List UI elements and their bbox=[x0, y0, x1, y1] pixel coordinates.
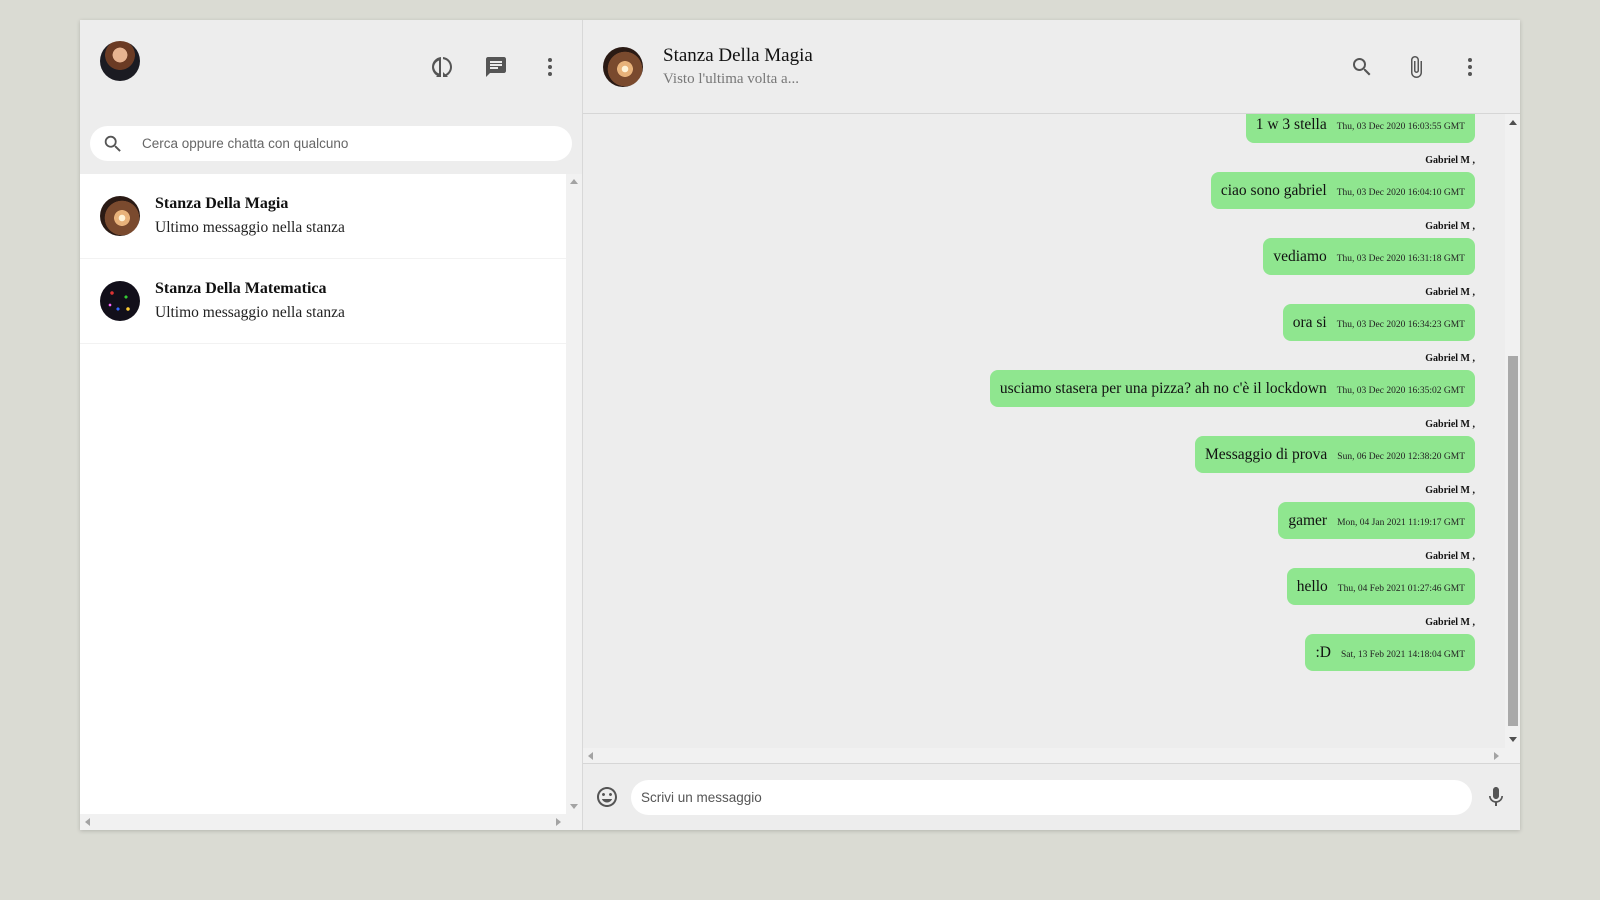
message-time: Thu, 03 Dec 2020 16:31:18 GMT bbox=[1336, 253, 1465, 264]
message-time: Mon, 04 Jan 2021 11:19:17 GMT bbox=[1337, 517, 1465, 528]
sidebar-vertical-scrollbar[interactable] bbox=[566, 174, 582, 814]
room-last-seen: Visto l'ultima volta a... bbox=[663, 71, 799, 87]
status-icon[interactable] bbox=[430, 55, 454, 79]
scroll-down-arrow-icon[interactable] bbox=[570, 804, 578, 809]
message-bubble[interactable]: usciamo stasera per una pizza? ah no c'è… bbox=[989, 370, 1475, 407]
room-avatar[interactable] bbox=[603, 46, 643, 87]
search-icon[interactable] bbox=[102, 133, 124, 155]
scrollbar-thumb[interactable] bbox=[1508, 356, 1518, 726]
user-avatar[interactable] bbox=[100, 41, 140, 81]
message: Gabriel M , ora si Thu, 03 Dec 2020 16:3… bbox=[603, 287, 1475, 353]
chat-name: Stanza Della Matematica bbox=[155, 280, 327, 297]
message-author: Gabriel M , bbox=[1425, 287, 1475, 298]
message: Gabriel M , hello Thu, 04 Feb 2021 01:27… bbox=[603, 551, 1475, 617]
message: Gabriel M , :D Sat, 13 Feb 2021 14:18:04… bbox=[603, 617, 1475, 683]
message-composer bbox=[583, 764, 1520, 830]
message-author: Gabriel M , bbox=[1425, 419, 1475, 430]
message-bubble[interactable]: Messaggio di prova Sun, 06 Dec 2020 12:3… bbox=[1195, 436, 1475, 473]
message: 1 w 3 stella Thu, 03 Dec 2020 16:03:55 G… bbox=[603, 114, 1475, 155]
chat-body-container: 1 w 3 stella Thu, 03 Dec 2020 16:03:55 G… bbox=[583, 114, 1520, 764]
chat-header-actions bbox=[1350, 55, 1482, 79]
chat-name: Stanza Della Magia bbox=[155, 195, 289, 212]
chat-item-magia[interactable]: Stanza Della Magia Ultimo messaggio nell… bbox=[80, 174, 566, 259]
message-text: ciao sono gabriel bbox=[1220, 181, 1327, 199]
message: Gabriel M , ciao sono gabriel Thu, 03 De… bbox=[603, 155, 1475, 221]
scroll-left-arrow-icon[interactable] bbox=[85, 818, 90, 826]
scroll-down-arrow-icon[interactable] bbox=[1509, 737, 1517, 742]
sidebar-header-actions bbox=[430, 55, 562, 79]
sidebar-horizontal-scrollbar[interactable] bbox=[80, 814, 582, 830]
message: Gabriel M , gamer Mon, 04 Jan 2021 11:19… bbox=[603, 485, 1475, 551]
message-list: 1 w 3 stella Thu, 03 Dec 2020 16:03:55 G… bbox=[583, 114, 1505, 748]
messages-vertical-scrollbar[interactable] bbox=[1505, 114, 1520, 748]
scroll-right-arrow-icon[interactable] bbox=[556, 818, 561, 826]
scroll-right-arrow-icon[interactable] bbox=[1494, 752, 1499, 760]
message-time: Sat, 13 Feb 2021 14:18:04 GMT bbox=[1340, 649, 1465, 660]
message-bubble[interactable]: 1 w 3 stella Thu, 03 Dec 2020 16:03:55 G… bbox=[1245, 114, 1475, 143]
chat-header: Stanza Della Magia Visto l'ultima volta … bbox=[583, 20, 1520, 114]
message-text: hello bbox=[1296, 577, 1328, 595]
message-bubble[interactable]: :D Sat, 13 Feb 2021 14:18:04 GMT bbox=[1305, 634, 1475, 671]
message: Gabriel M , Messaggio di prova Sun, 06 D… bbox=[603, 419, 1475, 485]
message-author: Gabriel M , bbox=[1425, 551, 1475, 562]
room-title: Stanza Della Magia bbox=[663, 45, 813, 66]
message-author: Gabriel M , bbox=[1425, 221, 1475, 232]
sidebar: Stanza Della Magia Ultimo messaggio nell… bbox=[80, 20, 583, 830]
chat-panel: Stanza Della Magia Visto l'ultima volta … bbox=[583, 20, 1520, 830]
search-icon[interactable] bbox=[1350, 55, 1374, 79]
new-chat-icon[interactable] bbox=[484, 55, 508, 79]
message-time: Thu, 03 Dec 2020 16:34:23 GMT bbox=[1336, 319, 1465, 330]
scroll-up-arrow-icon[interactable] bbox=[1509, 120, 1517, 125]
scroll-up-arrow-icon[interactable] bbox=[570, 179, 578, 184]
microphone-icon[interactable] bbox=[1484, 785, 1508, 809]
message-bubble[interactable]: hello Thu, 04 Feb 2021 01:27:46 GMT bbox=[1286, 568, 1475, 605]
message-bubble[interactable]: gamer Mon, 04 Jan 2021 11:19:17 GMT bbox=[1278, 502, 1475, 539]
message-text: usciamo stasera per una pizza? ah no c'è… bbox=[999, 379, 1327, 397]
message-bubble[interactable]: vediamo Thu, 03 Dec 2020 16:31:18 GMT bbox=[1263, 238, 1475, 275]
search-bar bbox=[80, 114, 582, 174]
search-input[interactable] bbox=[142, 136, 560, 151]
message-time: Thu, 03 Dec 2020 16:35:02 GMT bbox=[1336, 385, 1465, 396]
message-text: gamer bbox=[1288, 511, 1328, 529]
emoji-icon[interactable] bbox=[595, 785, 619, 809]
message-bubble[interactable]: ora si Thu, 03 Dec 2020 16:34:23 GMT bbox=[1282, 304, 1475, 341]
message-input[interactable] bbox=[631, 779, 1472, 815]
chat-list-container: Stanza Della Magia Ultimo messaggio nell… bbox=[80, 174, 582, 830]
message-text: vediamo bbox=[1273, 247, 1327, 265]
message-author: Gabriel M , bbox=[1425, 617, 1475, 628]
message-time: Thu, 04 Feb 2021 01:27:46 GMT bbox=[1337, 583, 1465, 594]
attach-icon[interactable] bbox=[1404, 55, 1428, 79]
chat-last-message: Ultimo messaggio nella stanza bbox=[155, 304, 345, 321]
search-box bbox=[90, 126, 572, 161]
message-author: Gabriel M , bbox=[1425, 485, 1475, 496]
chat-last-message: Ultimo messaggio nella stanza bbox=[155, 219, 345, 236]
message-time: Thu, 03 Dec 2020 16:04:10 GMT bbox=[1336, 187, 1465, 198]
message-bubble[interactable]: ciao sono gabriel Thu, 03 Dec 2020 16:04… bbox=[1210, 172, 1475, 209]
message-author: Gabriel M , bbox=[1425, 155, 1475, 166]
sidebar-header bbox=[80, 20, 582, 114]
message-author: Gabriel M , bbox=[1425, 353, 1475, 364]
room-avatar bbox=[100, 281, 140, 321]
room-avatar bbox=[100, 196, 140, 236]
more-vert-icon[interactable] bbox=[1458, 55, 1482, 79]
more-vert-icon[interactable] bbox=[538, 55, 562, 79]
message: Gabriel M , vediamo Thu, 03 Dec 2020 16:… bbox=[603, 221, 1475, 287]
message: Gabriel M , usciamo stasera per una pizz… bbox=[603, 353, 1475, 419]
chat-list: Stanza Della Magia Ultimo messaggio nell… bbox=[80, 174, 566, 814]
message-time: Sun, 06 Dec 2020 12:38:20 GMT bbox=[1337, 451, 1465, 462]
message-text: 1 w 3 stella bbox=[1255, 115, 1327, 133]
messages-horizontal-scrollbar[interactable] bbox=[583, 748, 1520, 764]
scroll-left-arrow-icon[interactable] bbox=[588, 752, 593, 760]
chat-item-matematica[interactable]: Stanza Della Matematica Ultimo messaggio… bbox=[80, 259, 566, 344]
message-time: Thu, 03 Dec 2020 16:03:55 GMT bbox=[1336, 121, 1465, 132]
message-text: ora si bbox=[1292, 313, 1327, 331]
chat-app-window: Stanza Della Magia Ultimo messaggio nell… bbox=[80, 20, 1520, 830]
message-text: :D bbox=[1315, 643, 1331, 661]
message-text: Messaggio di prova bbox=[1205, 445, 1328, 463]
